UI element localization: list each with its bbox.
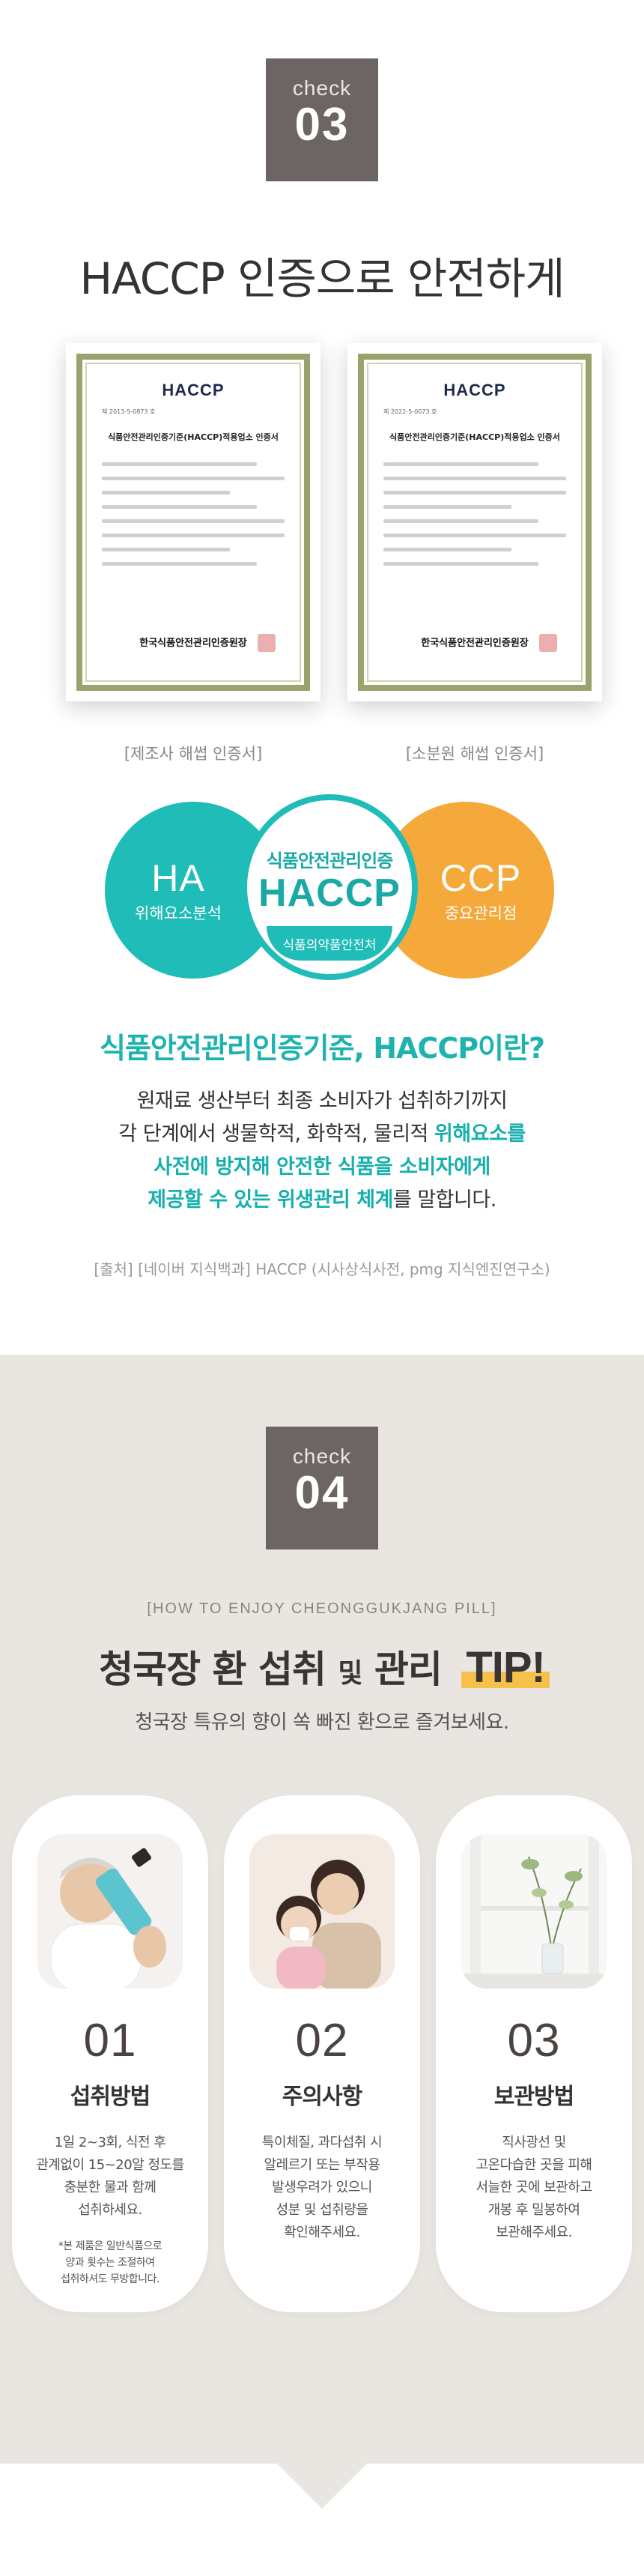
bottom-arrow-divider <box>0 2321 644 2576</box>
howto-label: [HOW TO ENJOY CHEONGGUKJANG PILL] <box>147 1600 497 1617</box>
source-citation: [출처] [네이버 지식백과] HACCP (시사상식사전, pmg 지식엔진연… <box>94 1260 550 1278</box>
card-title: 섭취방법 <box>70 2084 151 2110</box>
card-body: 직사광선 및 고온다습한 곳을 피해 서늘한 곳에 보관하고 개봉 후 밀봉하여… <box>476 2135 592 2240</box>
certificate-repackager: HACCP 제 2022-5-0073 호 식품안전관리인증기준(HACCP)적… <box>347 343 602 701</box>
tip-card-storage: 03 보관방법 직사광선 및 고온다습한 곳을 피해 서늘한 곳에 보관하고 개… <box>436 1795 632 2312</box>
check-badge-03: check 03 <box>266 58 378 181</box>
drinking-water-photo <box>37 1834 183 1989</box>
haccp-diagram: HA 위해요소분석 CCP 중요관리점 식품안전관리인증 HACCP 식품의약품… <box>0 794 644 982</box>
haccp-emblem: 식품안전관리인증 HACCP 식품의약품안전처 <box>241 794 418 980</box>
official-seal-icon <box>258 634 276 652</box>
certificate-number: 제 2022-5-0073 호 <box>383 408 437 415</box>
certificate-number: 제 2013-5-0873 호 <box>102 408 156 415</box>
card-number: 03 <box>507 2015 561 2066</box>
check-badge-wrap: check 03 <box>0 58 644 181</box>
desc-line: 원재료 생산부터 최종 소비자가 섭취하기까지 <box>136 1089 508 1113</box>
tip-card-caution: 02 주의사항 특이체질, 과다섭취 시 알레르기 또는 부작용 발생우려가 있… <box>224 1795 420 2312</box>
card-number: 01 <box>83 2015 137 2066</box>
haccp-section: check 03 HACCP 인증으로 안전하게 HACCP 제 2013-5-… <box>0 0 644 1355</box>
certificate-frame: HACCP 제 2022-5-0073 호 식품안전관리인증기준(HACCP)적… <box>358 354 592 691</box>
ccp-sublabel: 중요관리점 <box>444 904 517 922</box>
card-title: 보관방법 <box>493 2084 574 2110</box>
desc-line: 각 단계에서 생물학적, 화학적, 물리적 위해요소를 <box>118 1122 526 1146</box>
haccp-description: 원재료 생산부터 최종 소비자가 섭취하기까지 각 단계에서 생물학적, 화학적… <box>0 1085 644 1217</box>
emblem-haccp-logo: HACCP <box>258 871 401 915</box>
official-seal-icon <box>539 634 557 652</box>
emblem-bottom-text: 식품의약품안전처 <box>267 926 392 961</box>
desc-line: 사전에 방지해 안전한 식품을 소비자에게 <box>154 1155 490 1179</box>
check-badge-04: check 04 <box>266 1427 378 1549</box>
check-badge-wrap: check 04 <box>0 1427 644 1549</box>
certificate-caption: [소분원 해썹 인증서] <box>405 745 544 763</box>
certificate-title: 식품안전관리인증기준(HACCP)적용업소 인증서 <box>108 432 279 442</box>
check-label: check <box>292 1445 352 1468</box>
tip-heading: 청국장 환 섭취 및 관리 TIP! <box>99 1643 550 1692</box>
ccp-label: CCP <box>440 857 522 899</box>
card-body: 특이체질, 과다섭취 시 알레르기 또는 부작용 발생우려가 있으니 성분 및 … <box>261 2135 383 2240</box>
emblem-top-text: 식품안전관리인증 <box>266 850 394 871</box>
ha-sublabel: 위해요소분석 <box>135 904 222 922</box>
card-note: *본 제품은 일반식품으로 양과 횟수는 조절하여 섭취하셔도 무방합니다. <box>58 2240 162 2285</box>
certificate-caption: [제조사 해썹 인증서] <box>124 745 263 763</box>
haccp-question-heading: 식품안전관리인증기준, HACCP이란? <box>99 1032 545 1065</box>
tip-subtitle: 청국장 특유의 향이 쏙 빠진 환으로 즐겨보세요. <box>135 1711 509 1734</box>
certificate-title: 식품안전관리인증기준(HACCP)적용업소 인증서 <box>389 432 560 442</box>
window-plant-photo <box>461 1834 607 1989</box>
certificate-blurred-text <box>102 462 285 566</box>
mother-child-photo <box>249 1834 395 1989</box>
haccp-logo: HACCP <box>443 381 506 399</box>
tip-section: check 04 [HOW TO ENJOY CHEONGGUKJANG PIL… <box>0 1355 644 2576</box>
check-number: 03 <box>294 99 350 151</box>
card-number: 02 <box>295 2015 349 2066</box>
section-title: HACCP 인증으로 안전하게 <box>79 253 565 304</box>
tip-card-intake: 01 섭취방법 1일 2~3회, 식전 후 관계없이 15~20알 정도를 충분… <box>12 1795 208 2312</box>
card-body: 1일 2~3회, 식전 후 관계없이 15~20알 정도를 충분한 물과 함께 … <box>36 2135 184 2218</box>
card-title: 주의사항 <box>282 2084 362 2110</box>
certificate-frame: HACCP 제 2013-5-0873 호 식품안전관리인증기준(HACCP)적… <box>76 354 310 691</box>
certificate-blurred-text <box>383 462 566 566</box>
check-number: 04 <box>294 1467 350 1519</box>
tip-highlight: TIP! <box>461 1643 550 1692</box>
check-label: check <box>292 76 352 100</box>
ha-label: HA <box>151 857 205 899</box>
haccp-logo: HACCP <box>162 381 225 399</box>
certificate-manufacturer: HACCP 제 2013-5-0873 호 식품안전관리인증기준(HACCP)적… <box>66 343 321 701</box>
desc-line: 제공할 수 있는 위생관리 체계를 말합니다. <box>148 1188 496 1212</box>
